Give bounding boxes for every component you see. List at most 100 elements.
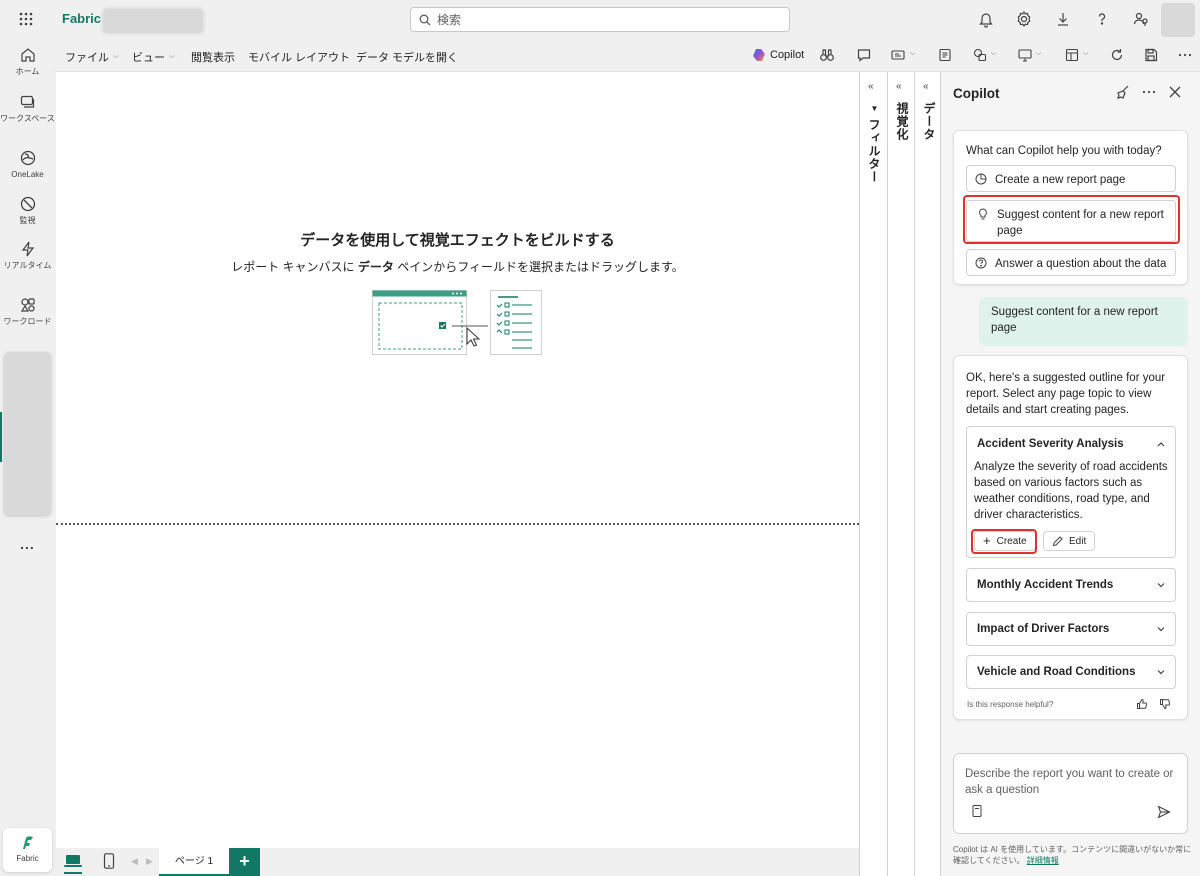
download-icon[interactable] [1054,10,1072,28]
user-message-bubble: Suggest content for a new report page [979,297,1188,346]
add-page-button[interactable]: + [229,848,260,876]
expand-chevron-icon[interactable]: « [896,81,902,92]
chevron-up-icon[interactable] [1156,439,1166,449]
chevron-down-icon[interactable] [1156,580,1166,590]
outline-item-title: Accident Severity Analysis [977,438,1124,450]
page-tab[interactable]: ページ 1 [159,848,229,876]
app-launcher-icon[interactable] [18,11,34,27]
menu-mobile-layout[interactable]: モバイル レイアウト [248,49,350,65]
close-icon[interactable] [1167,84,1183,100]
chevron-down-icon[interactable]: ⌵ [1036,50,1041,58]
more-options-icon[interactable] [1177,47,1193,63]
broom-clear-icon[interactable] [1115,84,1131,100]
chevron-down-icon[interactable] [1156,624,1166,634]
lightning-icon [21,241,34,257]
thumbs-up-icon[interactable] [1136,698,1148,710]
copilot-title: Copilot [953,86,1000,101]
notification-bell-icon[interactable] [977,10,995,28]
rail-item-workspaces[interactable]: ワークスペース [0,93,55,124]
present-screen-icon[interactable] [1017,47,1033,63]
send-icon[interactable] [1157,805,1171,819]
outline-item-collapsed[interactable]: Impact of Driver Factors [966,612,1176,646]
empty-state-title: データを使用して視覚エフェクトをビルドする [300,232,615,249]
share-people-icon[interactable] [1132,10,1150,28]
outline-item-title: Monthly Accident Trends [977,579,1114,591]
rail-item-onelake[interactable]: OneLake [0,149,55,180]
refresh-icon[interactable] [1109,47,1125,63]
search-box[interactable] [410,7,790,32]
chevron-down-icon[interactable] [1156,667,1166,677]
fabric-logo-icon [22,836,33,849]
response-intro-text: OK, here's a suggested outline for your … [966,372,1166,416]
mobile-view-icon[interactable] [103,853,115,869]
outline-item-expanded[interactable]: Accident Severity Analysis Analyze the s… [966,426,1176,558]
settings-gear-icon[interactable] [1015,10,1033,28]
more-options-icon[interactable] [1141,84,1157,100]
rail-item-monitor[interactable]: 監視 [0,195,55,226]
filters-pane-collapsed[interactable]: « ▼ フィルター [859,72,887,876]
menu-reading-view[interactable]: 閲覧表示 [191,49,235,65]
comment-icon[interactable] [856,47,872,63]
answer-question-option[interactable]: Answer a question about the data [966,249,1176,276]
next-page-arrow-icon[interactable]: ▶ [146,856,153,867]
rail-item-home[interactable]: ホーム [0,46,55,77]
binoculars-icon[interactable] [819,47,835,63]
filter-funnel-icon: ▼ [870,104,879,114]
rail-item-realtime[interactable]: リアルタイム [0,240,55,271]
prev-page-arrow-icon[interactable]: ◀ [131,856,138,867]
copilot-response-card: OK, here's a suggested outline for your … [953,355,1188,720]
suggest-content-option[interactable]: Suggest content for a new report page [966,200,1176,242]
user-avatar[interactable] [1161,3,1195,37]
pie-chart-icon [975,173,987,185]
create-report-page-option[interactable]: Create a new report page [966,165,1176,192]
save-icon[interactable] [1143,47,1159,63]
workspaces-icon [20,95,34,108]
menu-view[interactable]: ビュー ⌵ [132,49,174,65]
prompt-library-icon[interactable] [971,804,983,818]
shapes-icon[interactable] [972,47,988,63]
brand-title[interactable]: Fabric [62,11,101,26]
search-icon [419,14,431,25]
rail-pinned-item[interactable] [4,352,51,515]
rail-item-label: OneLake [11,170,44,179]
page-boundary-divider [56,523,859,525]
copilot-pane: Copilot What can Copilot help you with t… [940,72,1200,876]
workspace-name-chip[interactable] [103,9,203,33]
learn-more-link[interactable]: 詳細情報 [1027,856,1059,865]
copilot-chat-composer [953,753,1188,834]
edit-page-button[interactable]: Edit [1043,531,1096,551]
chevron-down-icon[interactable]: ⌵ [991,50,996,58]
visualizations-pane-label: 視覚化 [895,102,909,141]
empty-state-illustration [372,290,544,358]
data-pane-label: データ [922,102,936,141]
menu-file[interactable]: ファイル ⌵ [65,49,118,65]
chevron-down-icon[interactable]: ⌵ [1083,50,1088,58]
question-circle-icon [975,257,987,269]
outline-item-collapsed[interactable]: Monthly Accident Trends [966,568,1176,602]
menu-open-data-model[interactable]: データ モデルを開く [356,49,458,65]
rail-item-workloads[interactable]: ワークロード [0,296,55,327]
insert-textbox-icon[interactable] [890,47,906,63]
layout-icon[interactable] [1064,47,1080,63]
new-visual-icon[interactable] [937,47,953,63]
report-canvas[interactable]: データを使用して視覚エフェクトをビルドする レポート キャンバスに データ ペイ… [56,72,859,848]
expand-chevron-icon[interactable]: « [923,81,929,92]
copilot-prompt-input[interactable] [965,766,1177,800]
copilot-button[interactable]: Copilot [752,48,804,62]
rail-more-button[interactable]: ... [0,536,55,552]
ai-disclaimer: Copilot は AI を使用しています。コンテンツに間違いがないか常に確認し… [953,845,1192,865]
chevron-down-icon[interactable]: ⌵ [910,50,915,58]
outline-item-title: Vehicle and Road Conditions [977,666,1136,678]
create-page-button[interactable]: + Create [974,531,1036,551]
fabric-experience-switcher[interactable]: Fabric [3,828,52,872]
data-pane-collapsed[interactable]: « データ [914,72,940,876]
help-icon[interactable] [1093,10,1111,28]
expand-chevron-icon[interactable]: « [868,81,874,92]
thumbs-down-icon[interactable] [1159,698,1171,710]
monitor-icon [20,196,35,212]
lightbulb-icon [979,208,987,220]
outline-item-collapsed[interactable]: Vehicle and Road Conditions [966,655,1176,689]
visualizations-pane-collapsed[interactable]: « 視覚化 [887,72,914,876]
search-input[interactable] [437,12,777,27]
desktop-view-icon[interactable] [64,853,82,869]
